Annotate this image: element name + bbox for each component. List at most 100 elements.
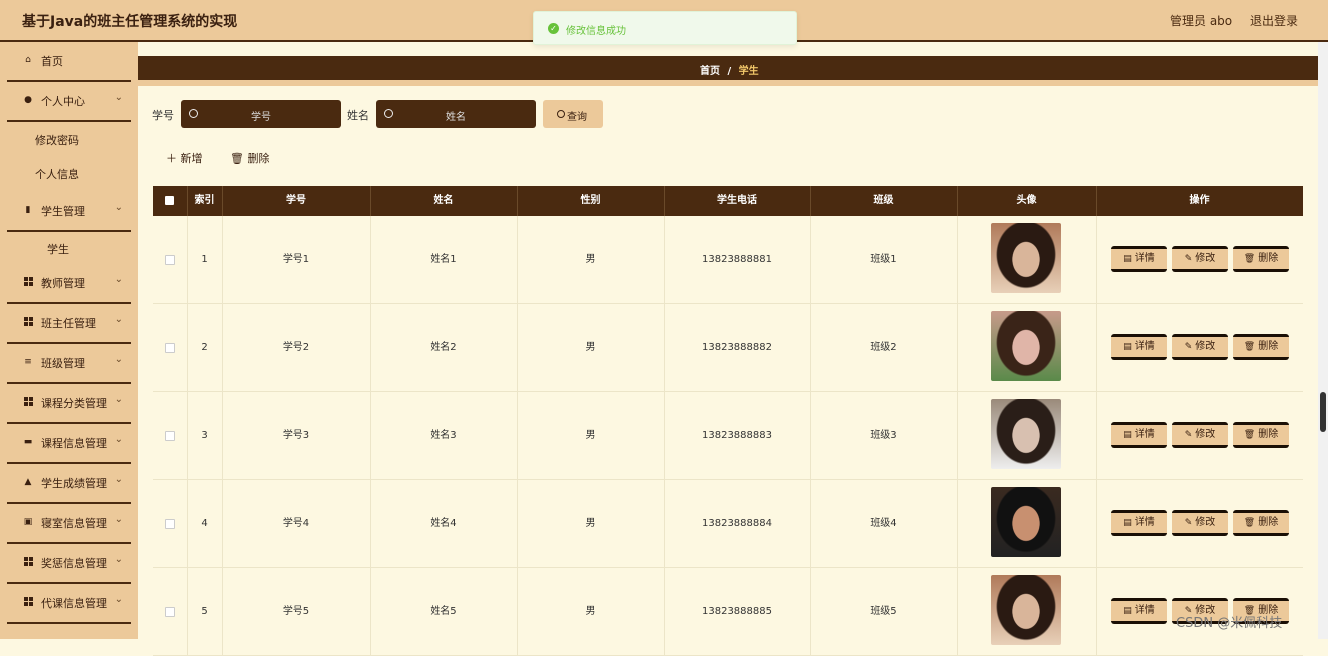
student-id-label: 学号 xyxy=(152,109,174,122)
detail-button[interactable]: ▤ 详情 xyxy=(1111,422,1167,448)
batch-delete-button[interactable]: 🗑 删除 xyxy=(230,150,269,166)
query-button[interactable]: 查询 xyxy=(543,100,603,128)
cell-phone: 13823888882 xyxy=(664,304,811,391)
delete-button[interactable]: 🗑 删除 xyxy=(1233,422,1289,448)
sidebar-subitem-student[interactable]: 学生 xyxy=(7,233,131,263)
student-id-search-input[interactable]: 学号 xyxy=(181,100,341,128)
column-header-avatar: 头像 xyxy=(957,186,1097,216)
edit-icon: ✎ xyxy=(1184,254,1193,264)
select-all-column xyxy=(153,186,188,216)
table-header: 索引 学号 姓名 性别 学生电话 班级 头像 操作 xyxy=(153,186,1303,216)
bar-chart-icon: ▮ xyxy=(25,205,31,215)
student-avatar-image xyxy=(991,311,1061,381)
column-header-gender: 性别 xyxy=(517,186,665,216)
cell-gender: 男 xyxy=(517,304,665,391)
sidebar-item-substitute-class-management[interactable]: 代课信息管理 ⌄ xyxy=(7,584,131,624)
cell-index: 4 xyxy=(187,480,223,567)
chevron-down-icon: ⌄ xyxy=(114,594,123,605)
column-header-phone: 学生电话 xyxy=(664,186,811,216)
detail-button[interactable]: ▤ 详情 xyxy=(1111,334,1167,360)
student-avatar-image xyxy=(991,399,1061,469)
trash-icon: 🗑 xyxy=(1243,430,1256,440)
trash-icon: 🗑 xyxy=(1243,342,1256,352)
chevron-down-icon: ⌄ xyxy=(114,514,123,525)
sidebar: ⌂ 首页 ● 个人中心 ⌄ 修改密码 个人信息 ▮ 学生管理 ⌄ 学生 教师管理… xyxy=(0,42,138,639)
cell-name: 姓名4 xyxy=(370,480,518,567)
column-header-class: 班级 xyxy=(810,186,958,216)
admin-user-label[interactable]: 管理员 abo xyxy=(1170,14,1232,28)
row-checkbox[interactable] xyxy=(165,255,175,265)
success-toast: ✓ 修改信息成功 xyxy=(533,11,797,45)
chevron-down-icon: ⌄ xyxy=(114,394,123,405)
delete-button[interactable]: 🗑 删除 xyxy=(1233,246,1289,272)
edit-button[interactable]: ✎ 修改 xyxy=(1172,422,1228,448)
list-icon: ≡ xyxy=(24,357,32,367)
sidebar-item-class-management[interactable]: ≡ 班级管理 ⌄ xyxy=(7,344,131,384)
cell-phone: 13823888885 xyxy=(664,568,811,655)
trash-icon: 🗑 xyxy=(1243,254,1256,264)
cell-index: 5 xyxy=(187,568,223,655)
cell-student-id: 学号2 xyxy=(222,304,371,391)
cell-index: 1 xyxy=(187,216,223,303)
row-checkbox[interactable] xyxy=(165,431,175,441)
add-button[interactable]: ＋ 新增 xyxy=(166,150,203,166)
row-checkbox[interactable] xyxy=(165,607,175,617)
sidebar-subitem-change-password[interactable]: 修改密码 xyxy=(7,124,131,154)
select-all-checkbox[interactable] xyxy=(165,196,174,205)
cell-name: 姓名2 xyxy=(370,304,518,391)
sidebar-subitem-personal-info[interactable]: 个人信息 xyxy=(7,158,131,188)
breadcrumb-home[interactable]: 首页 xyxy=(700,66,720,77)
row-checkbox[interactable] xyxy=(165,519,175,529)
chevron-down-icon: ⌄ xyxy=(114,354,123,365)
toast-message: 修改信息成功 xyxy=(566,26,626,37)
sidebar-item-personal-center[interactable]: ● 个人中心 ⌄ xyxy=(7,82,131,122)
sidebar-item-course-category-management[interactable]: 课程分类管理 ⌄ xyxy=(7,384,131,424)
edit-button[interactable]: ✎ 修改 xyxy=(1172,334,1228,360)
delete-button[interactable]: 🗑 删除 xyxy=(1233,510,1289,536)
column-header-name: 姓名 xyxy=(370,186,518,216)
document-icon: ▤ xyxy=(1123,342,1132,352)
plus-icon: ＋ xyxy=(166,152,177,165)
detail-button[interactable]: ▤ 详情 xyxy=(1111,246,1167,272)
student-name-label: 姓名 xyxy=(347,109,369,122)
cell-student-id: 学号1 xyxy=(222,216,371,303)
sidebar-item-head-teacher-management[interactable]: 班主任管理 ⌄ xyxy=(7,304,131,344)
sidebar-item-teacher-management[interactable]: 教师管理 ⌄ xyxy=(7,264,131,304)
row-select-cell xyxy=(153,480,188,567)
cell-phone: 13823888881 xyxy=(664,216,811,303)
vertical-scrollbar[interactable] xyxy=(1318,42,1328,639)
chevron-down-icon: ⌄ xyxy=(114,274,123,285)
trash-icon: 🗑 xyxy=(1243,518,1256,528)
student-avatar-image xyxy=(991,575,1061,645)
logout-link[interactable]: 退出登录 xyxy=(1250,14,1298,28)
detail-button[interactable]: ▤ 详情 xyxy=(1111,510,1167,536)
edit-button[interactable]: ✎ 修改 xyxy=(1172,510,1228,536)
chevron-down-icon: ⌄ xyxy=(114,474,123,485)
sidebar-item-course-info-management[interactable]: ▬ 课程信息管理 ⌄ xyxy=(7,424,131,464)
student-name-search-input[interactable]: 姓名 xyxy=(376,100,536,128)
delete-button[interactable]: 🗑 删除 xyxy=(1233,334,1289,360)
document-icon: ▤ xyxy=(1123,430,1132,440)
row-select-cell xyxy=(153,392,188,479)
cell-gender: 男 xyxy=(517,216,665,303)
sidebar-item-dorm-info-management[interactable]: ▣ 寝室信息管理 ⌄ xyxy=(7,504,131,544)
sidebar-item-home[interactable]: ⌂ 首页 xyxy=(7,42,131,82)
cell-index: 3 xyxy=(187,392,223,479)
sidebar-item-student-grade-management[interactable]: ▲ 学生成绩管理 ⌄ xyxy=(7,464,131,504)
sidebar-item-student-management[interactable]: ▮ 学生管理 ⌄ xyxy=(7,192,131,232)
watermark: CSDN @米佩科技 xyxy=(1176,616,1283,631)
detail-button[interactable]: ▤ 详情 xyxy=(1111,598,1167,624)
trash-icon: 🗑 xyxy=(230,152,244,165)
row-checkbox[interactable] xyxy=(165,343,175,353)
app-title: 基于Java的班主任管理系统的实现 xyxy=(22,14,238,30)
user-icon: ● xyxy=(24,95,32,105)
grid-icon xyxy=(23,277,33,287)
table-row: 5 学号5 姓名5 男 13823888885 班级5 ▤ 详情 ✎ 修改 🗑 删除 xyxy=(153,568,1303,656)
top-right-menu: 管理员 abo 退出登录 xyxy=(1156,12,1298,29)
cell-class: 班级2 xyxy=(810,304,958,391)
chevron-down-icon: ⌄ xyxy=(114,434,123,445)
scrollbar-thumb[interactable] xyxy=(1320,392,1326,432)
chevron-down-icon: ⌄ xyxy=(114,92,123,103)
edit-button[interactable]: ✎ 修改 xyxy=(1172,246,1228,272)
sidebar-item-reward-punish-management[interactable]: 奖惩信息管理 ⌄ xyxy=(7,544,131,584)
